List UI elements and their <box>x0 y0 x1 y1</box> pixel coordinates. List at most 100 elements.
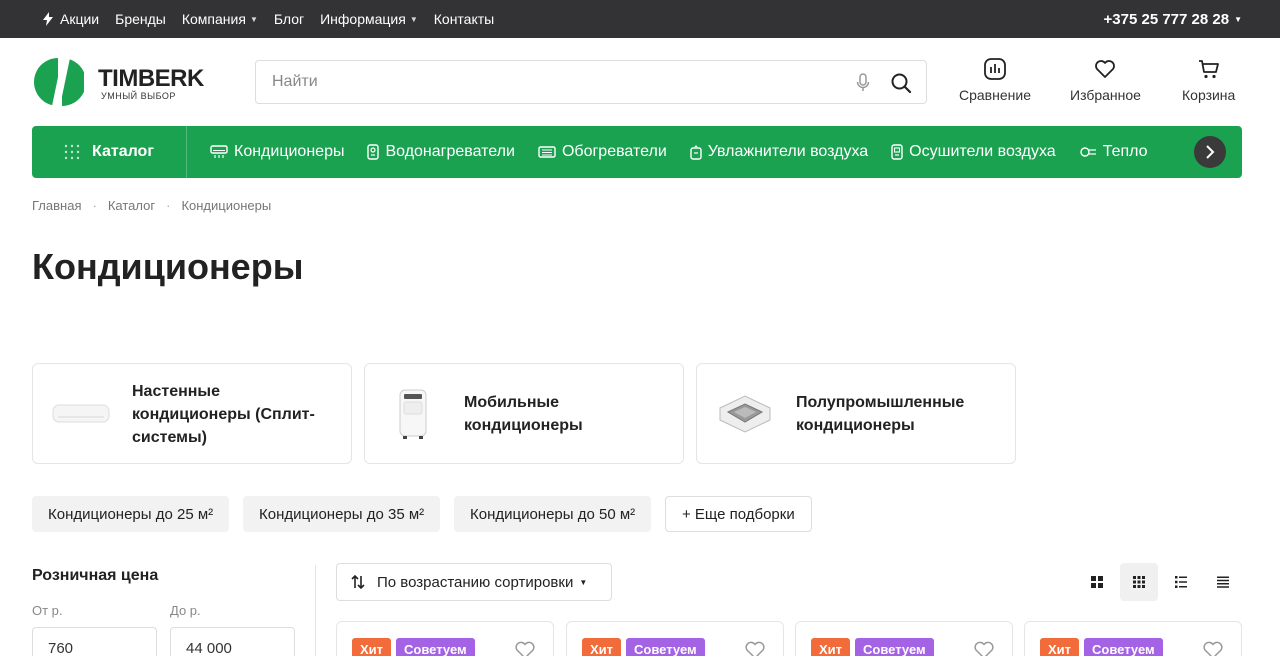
microphone-icon[interactable] <box>856 73 870 93</box>
filter-to-label: До р. <box>170 603 201 618</box>
subcategory-label: Мобильные кондиционеры <box>464 394 583 434</box>
heart-icon[interactable] <box>515 641 535 656</box>
price-from-input[interactable]: 760 <box>32 627 157 656</box>
category-list: Кондиционеры Водонагреватели Обогревател… <box>210 126 1171 178</box>
chevron-right-icon <box>1206 145 1215 159</box>
recommend-badge: Советуем <box>626 638 705 656</box>
filter-price-title: Розничная цена <box>32 567 159 584</box>
top-bar: Акции Бренды Компания ▼ Блог Информация ▼ … <box>0 0 1280 38</box>
category-heat-guns[interactable]: Тепло <box>1079 143 1148 161</box>
more-selections-button[interactable]: + Еще подборки <box>665 496 812 532</box>
dehumidifier-icon <box>891 144 903 160</box>
breadcrumb-catalog[interactable]: Каталог <box>108 198 155 213</box>
caret-down-icon: ▼ <box>579 577 588 587</box>
logo-mark <box>34 58 84 106</box>
grid-large-icon <box>1091 576 1103 588</box>
product-card[interactable]: Хит Советуем <box>1024 621 1242 656</box>
chip-up-to-50[interactable]: Кондиционеры до 50 м² <box>454 496 652 532</box>
top-nav-company[interactable]: Компания ▼ <box>182 11 258 27</box>
breadcrumb-separator: · <box>166 198 171 213</box>
catalog-label: Каталог <box>92 143 154 160</box>
split-system-image <box>49 384 113 444</box>
compare-button[interactable]: Сравнение <box>959 58 1031 103</box>
mobile-ac-image <box>381 384 445 444</box>
subcategory-label: Полупромышленные кондиционеры <box>796 394 965 434</box>
category-label: Обогреватели <box>561 143 667 160</box>
table-icon <box>1217 576 1229 588</box>
top-nav: Акции Бренды Компания ▼ Блог Информация ▼ … <box>42 0 510 38</box>
category-heaters[interactable]: Обогреватели <box>538 143 667 161</box>
compare-icon <box>984 58 1006 80</box>
divider <box>315 565 316 656</box>
logo-brand: TIMBERK <box>98 64 204 92</box>
price-to-input[interactable]: 44 000 <box>170 627 295 656</box>
subcategory-wall-split[interactable]: Настенные кондиционеры (Сплит-системы) <box>32 363 352 464</box>
heart-icon <box>1095 60 1116 78</box>
sort-icon <box>351 575 365 589</box>
view-table-button[interactable] <box>1204 563 1242 601</box>
product-card[interactable]: Хит Советуем <box>566 621 784 656</box>
grid-small-icon <box>1133 576 1145 588</box>
search-box <box>255 60 927 104</box>
category-label: Тепло <box>1102 143 1148 160</box>
top-nav-label: Компания <box>181 11 246 27</box>
hit-badge: Хит <box>352 638 392 656</box>
category-scroll-right-button[interactable] <box>1194 136 1226 168</box>
cart-icon <box>1198 60 1219 79</box>
subcategory-mobile[interactable]: Мобильные кондиционеры <box>364 363 684 464</box>
breadcrumb-home[interactable]: Главная <box>32 198 81 213</box>
caret-down-icon: ▼ <box>1234 14 1242 24</box>
category-water-heaters[interactable]: Водонагреватели <box>367 143 515 161</box>
water-heater-icon <box>367 144 380 160</box>
favorites-button[interactable]: Избранное <box>1070 58 1141 103</box>
category-label: Кондиционеры <box>234 143 345 160</box>
top-nav-brands[interactable]: Бренды <box>115 11 166 27</box>
top-nav-contacts[interactable]: Контакты <box>434 11 494 27</box>
category-label: Увлажнители воздуха <box>707 143 869 160</box>
view-grid-large-button[interactable] <box>1078 563 1116 601</box>
product-card[interactable]: Хит Советуем <box>336 621 554 656</box>
product-card[interactable]: Хит Советуем <box>795 621 1013 656</box>
subcategory-label: Настенные кондиционеры (Сплит-системы) <box>132 382 315 446</box>
cart-label: Корзина <box>1182 87 1236 103</box>
logo[interactable]: TIMBERK УМНЫЙ ВЫБОР <box>32 56 232 108</box>
view-grid-small-button[interactable] <box>1120 563 1158 601</box>
category-air-conditioners[interactable]: Кондиционеры <box>210 143 344 161</box>
top-nav-info[interactable]: Информация ▼ <box>320 11 418 27</box>
chip-up-to-35[interactable]: Кондиционеры до 35 м² <box>243 496 441 532</box>
sort-dropdown[interactable]: По возрастанию сортировки ▼ <box>336 563 612 601</box>
breadcrumb-current: Кондиционеры <box>181 198 272 213</box>
breadcrumb-separator: · <box>92 198 97 213</box>
phone-number: +375 25 777 28 28 <box>1103 10 1230 28</box>
caret-down-icon: ▼ <box>249 14 258 24</box>
heart-icon[interactable] <box>745 641 765 656</box>
bolt-icon <box>43 12 53 26</box>
hit-badge: Хит <box>582 638 622 656</box>
grid-dots-icon <box>64 144 80 160</box>
top-nav-label: Контакты <box>433 11 495 27</box>
recommend-badge: Советуем <box>855 638 934 656</box>
category-label: Осушители воздуха <box>909 143 1056 160</box>
subcategory-semi-industrial[interactable]: Полупромышленные кондиционеры <box>696 363 1016 464</box>
favorites-label: Избранное <box>1070 87 1141 103</box>
category-humidifiers[interactable]: Увлажнители воздуха <box>690 143 868 161</box>
chip-up-to-25[interactable]: Кондиционеры до 25 м² <box>32 496 230 532</box>
catalog-button[interactable]: Каталог <box>32 126 187 178</box>
search-input[interactable] <box>272 61 832 103</box>
category-label: Водонагреватели <box>385 143 515 160</box>
category-dehumidifiers[interactable]: Осушители воздуха <box>891 143 1056 161</box>
hit-badge: Хит <box>1040 638 1080 656</box>
view-list-button[interactable] <box>1162 563 1200 601</box>
top-nav-label: Блог <box>273 11 305 27</box>
phone-dropdown[interactable]: +375 25 777 28 28 ▼ <box>1104 0 1242 38</box>
top-nav-blog[interactable]: Блог <box>274 11 304 27</box>
compare-label: Сравнение <box>959 87 1031 103</box>
top-nav-promotions[interactable]: Акции <box>42 11 99 27</box>
cart-button[interactable]: Корзина <box>1182 58 1235 103</box>
top-nav-label: Информация <box>320 11 406 27</box>
hit-badge: Хит <box>811 638 851 656</box>
heart-icon[interactable] <box>1203 641 1223 656</box>
search-icon[interactable] <box>890 72 912 94</box>
heart-icon[interactable] <box>974 641 994 656</box>
top-nav-label: Акции <box>60 11 100 27</box>
